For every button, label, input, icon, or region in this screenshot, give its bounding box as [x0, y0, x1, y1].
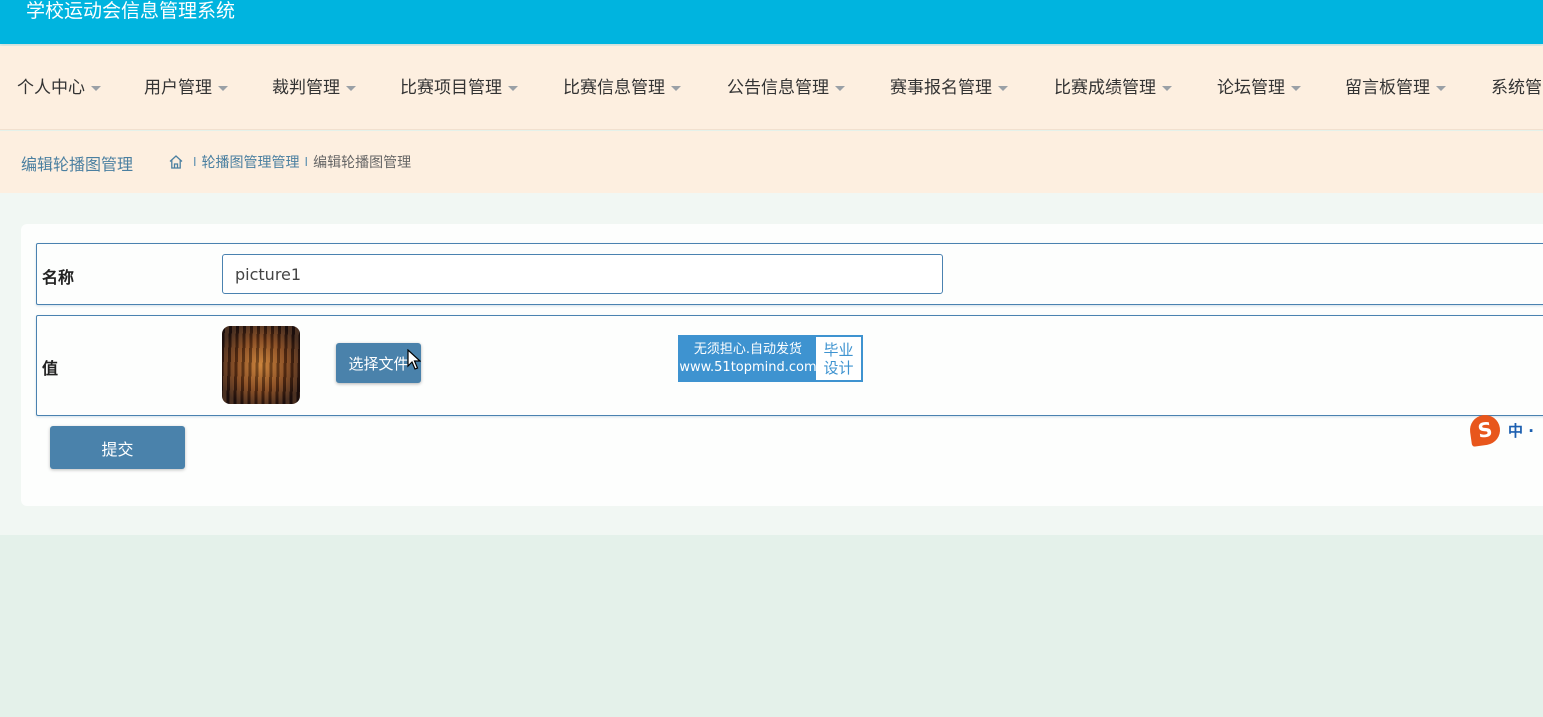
submit-button[interactable]: 提交 — [50, 426, 185, 469]
value-label: 值 — [42, 359, 59, 378]
nav-item-label: 论坛管理 — [1217, 78, 1285, 98]
nav-item-label: 赛事报名管理 — [890, 78, 992, 98]
caret-down-icon — [1162, 85, 1172, 91]
nav-item-label: 比赛项目管理 — [400, 78, 502, 98]
nav-item-forum[interactable]: 论坛管理 — [1217, 76, 1301, 100]
nav-item-messages[interactable]: 留言板管理 — [1345, 76, 1446, 100]
nav-item-scores[interactable]: 比赛成绩管理 — [1054, 76, 1172, 100]
nav-item-announcements[interactable]: 公告信息管理 — [727, 76, 845, 100]
caret-down-icon — [91, 85, 101, 91]
watermark-slogan: 无须担心.自动发货 — [693, 342, 803, 357]
nav-item-label: 系统管 — [1491, 78, 1542, 98]
caret-down-icon — [998, 85, 1008, 91]
image-preview — [222, 326, 300, 404]
nav-item-label: 裁判管理 — [272, 78, 340, 98]
nav-item-label: 比赛成绩管理 — [1054, 78, 1156, 98]
top-nav: 个人中心 用户管理 裁判管理 比赛项目管理 比赛信息管理 公告信息管理 赛事报名… — [0, 46, 1543, 130]
breadcrumb-separator: I — [193, 155, 197, 169]
mouse-cursor-icon — [407, 349, 421, 370]
nav-item-label: 比赛信息管理 — [563, 78, 665, 98]
nav-item-matches[interactable]: 比赛信息管理 — [563, 76, 681, 100]
watermark-line2: 设计 — [823, 358, 854, 377]
caret-down-icon — [218, 85, 228, 91]
nav-item-users[interactable]: 用户管理 — [144, 76, 228, 100]
nav-item-events[interactable]: 比赛项目管理 — [400, 76, 518, 100]
nav-item-label: 用户管理 — [144, 78, 212, 98]
breadcrumb-separator: I — [304, 155, 309, 169]
watermark-left: 无须担心.自动发货 www.51topmind.com — [679, 337, 817, 380]
name-input[interactable] — [222, 254, 943, 294]
watermark-url: www.51topmind.com — [679, 360, 817, 375]
watermark-badge: 无须担心.自动发货 www.51topmind.com 毕业 设计 — [678, 335, 863, 382]
nav-item-system[interactable]: 系统管 — [1491, 76, 1542, 100]
page-title: 编辑轮播图管理 — [21, 155, 134, 174]
caret-down-icon — [1291, 85, 1301, 91]
nav-item-label: 公告信息管理 — [727, 78, 829, 98]
sogou-logo-icon: S — [1468, 413, 1502, 447]
nav-item-label: 个人中心 — [17, 78, 85, 98]
app-title: 学校运动会信息管理系统 — [26, 0, 236, 22]
nav-item-referees[interactable]: 裁判管理 — [272, 76, 356, 100]
breadcrumb: I 轮播图管理管理 I 编辑轮播图管理 — [168, 152, 411, 172]
caret-down-icon — [346, 85, 356, 91]
caret-down-icon — [1436, 85, 1446, 91]
nav-item-registration[interactable]: 赛事报名管理 — [890, 76, 1008, 100]
ime-mode: 中 · — [1508, 421, 1534, 440]
caret-down-icon — [671, 85, 681, 91]
caret-down-icon — [835, 85, 845, 91]
form-row-name: 名称 — [36, 243, 1543, 305]
caret-down-icon — [508, 85, 518, 91]
breadcrumb-bar: 编辑轮播图管理 I 轮播图管理管理 I 编辑轮播图管理 — [0, 131, 1543, 193]
nav-item-profile[interactable]: 个人中心 — [17, 76, 101, 100]
home-icon[interactable] — [168, 154, 184, 170]
breadcrumb-current: 编辑轮播图管理 — [313, 155, 412, 171]
nav-item-label: 留言板管理 — [1345, 78, 1430, 98]
ime-toolbar[interactable]: S 中 · — [1468, 413, 1543, 447]
watermark-line1: 毕业 — [823, 340, 854, 359]
watermark-right: 毕业 设计 — [816, 337, 861, 380]
name-label: 名称 — [42, 268, 75, 287]
breadcrumb-parent-link[interactable]: 轮播图管理管理 — [202, 152, 300, 172]
app-header: 学校运动会信息管理系统 — [0, 0, 1543, 44]
